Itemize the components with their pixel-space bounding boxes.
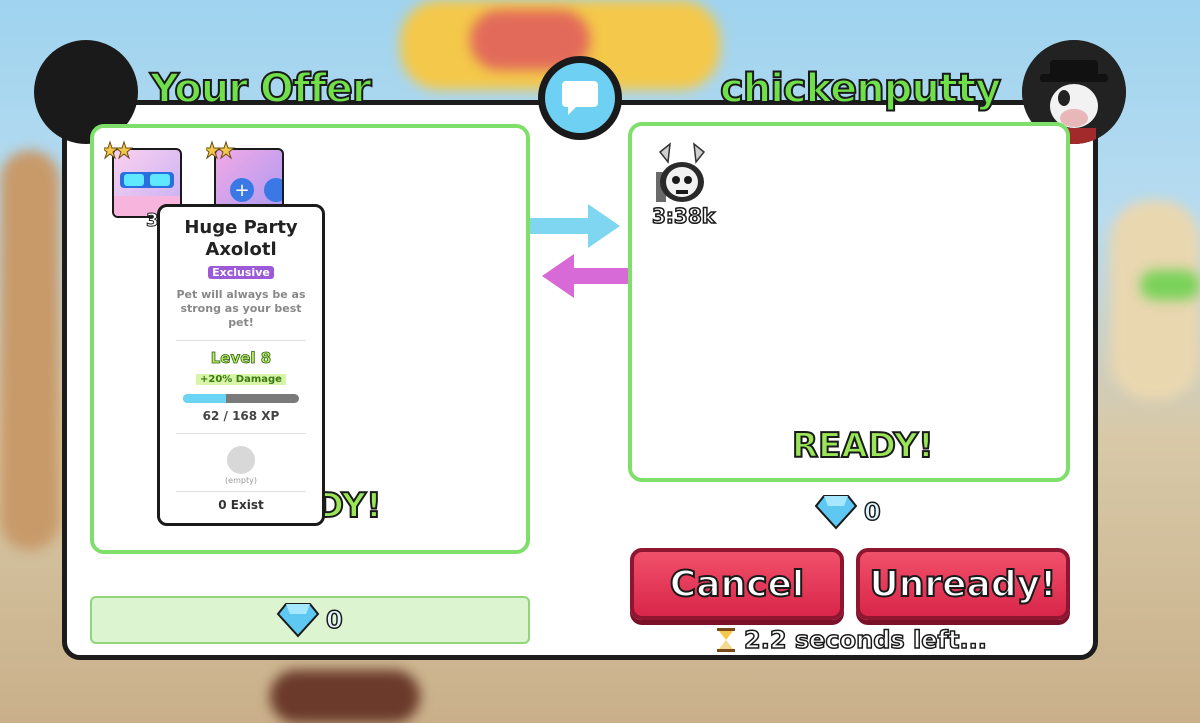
xp-progress-bar [183,394,299,403]
partner-gem-row: 0 [814,494,881,530]
pet-value-label: 3:38k [651,203,716,229]
reaper-pet-icon [656,142,706,202]
chat-button[interactable] [538,56,622,140]
your-gem-count: 0 [325,605,343,635]
partner-gem-count: 0 [863,497,881,527]
xp-text: 62 / 168 XP [202,409,280,423]
xp-progress-fill [183,394,226,403]
exist-count: 0 Exist [218,498,264,512]
diamond-icon [814,495,858,530]
partner-name-title: chickenputty [719,65,1002,113]
arrow-left-icon [542,254,632,298]
partner-pet-reaper[interactable]: 3:38k [642,142,732,232]
enchant-slot-label: (empty) [225,476,257,485]
pet-info-tooltip: Huge Party Axolotl Exclusive Pet will al… [157,204,325,526]
hourglass-icon [717,628,735,652]
star-badge-icon [206,140,236,160]
your-offer-title: Your Offer [149,65,373,113]
partner-ready-label: READY! [791,425,935,467]
diamond-icon [276,603,320,638]
svg-text:+: + [234,180,249,201]
cancel-button[interactable]: Cancel [630,548,844,620]
rarity-label: Exclusive [208,266,274,279]
chat-bubble-icon [562,81,598,115]
countdown-text: 2.2 seconds left... [743,625,987,655]
pet-level: Level 8 [210,349,272,368]
pet-bonus: +20% Damage [196,374,286,385]
star-badge-icon [104,140,134,160]
unready-button[interactable]: Unready! [856,548,1070,620]
arrow-right-icon [530,204,620,248]
enchant-slot-icon [227,446,255,474]
pet-description: Pet will always be as strong as your bes… [176,288,306,329]
countdown-timer: 2.2 seconds left... [716,625,988,655]
your-gem-row: 0 [276,602,343,638]
pet-name: Huge Party Axolotl [184,217,298,260]
